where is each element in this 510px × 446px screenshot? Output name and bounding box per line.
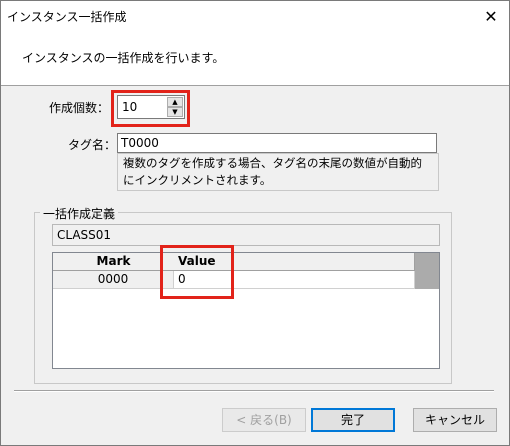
- class-name-value: CLASS01: [57, 228, 112, 242]
- tag-label: タグ名：: [68, 138, 117, 152]
- tag-name-input[interactable]: T0000: [117, 133, 437, 153]
- description-text: インスタンスの一括作成を行います。: [22, 51, 225, 65]
- tag-name-value: T0000: [121, 136, 159, 150]
- cancel-button[interactable]: キャンセル: [413, 408, 497, 432]
- footer-separator: [14, 390, 494, 392]
- column-header-mark[interactable]: Mark: [53, 253, 174, 271]
- highlight-frame-count: [111, 90, 190, 127]
- grid-header-area: Mark Value 0000 0: [53, 253, 439, 289]
- highlight-frame-value: [160, 245, 234, 299]
- title-bar: インスタンス一括作成 ✕: [1, 1, 509, 31]
- window-title: インスタンス一括作成: [7, 10, 127, 24]
- back-button[interactable]: < 戻る(B): [222, 408, 306, 432]
- hint-text: 複数のタグを作成する場合、タグ名の末尾の数値が自動的にインクリメントされます。: [117, 153, 439, 191]
- definition-group-label: 一括作成定義: [40, 205, 119, 222]
- count-label: 作成個数：: [49, 101, 110, 115]
- cell-mark[interactable]: 0000: [53, 271, 174, 289]
- class-name-field: CLASS01: [52, 224, 440, 246]
- close-button[interactable]: ✕: [473, 1, 509, 31]
- close-icon: ✕: [484, 6, 498, 26]
- definition-grid[interactable]: Mark Value 0000 0: [52, 252, 440, 369]
- finish-button[interactable]: 完了: [311, 408, 395, 432]
